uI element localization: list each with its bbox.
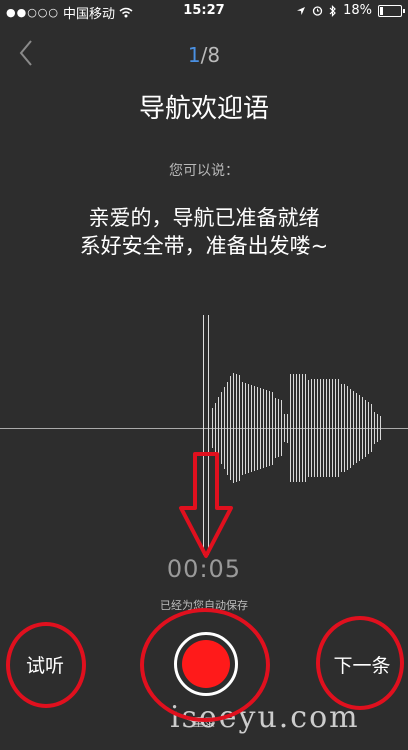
waveform-bar bbox=[341, 384, 342, 472]
page-title: 导航欢迎语 bbox=[138, 94, 269, 124]
battery-tip bbox=[403, 8, 405, 13]
waveform-bar bbox=[350, 388, 351, 468]
waveform-bar bbox=[299, 374, 300, 482]
waveform-bar bbox=[254, 385, 255, 471]
waveform-bar bbox=[362, 397, 363, 459]
waveform-bar bbox=[347, 386, 348, 470]
phrase-line-2: 系好安全带，准备出发喽~ bbox=[79, 234, 329, 258]
battery-percent: 18% bbox=[343, 3, 372, 18]
waveform-bar bbox=[275, 398, 276, 458]
waveform-bar bbox=[368, 401, 369, 455]
waveform-bar bbox=[266, 389, 267, 467]
waveform-bar bbox=[284, 414, 285, 442]
battery-level bbox=[380, 6, 383, 15]
waveform-bar bbox=[278, 399, 279, 457]
waveform-bar bbox=[332, 379, 333, 477]
total-pages: /8 bbox=[200, 43, 221, 67]
waveform-bar bbox=[236, 374, 237, 482]
waveform-bar bbox=[308, 379, 309, 477]
waveform-bar bbox=[380, 416, 381, 440]
waveform-bar bbox=[251, 384, 252, 472]
waveform-bar bbox=[329, 379, 330, 477]
waveform-bar bbox=[260, 387, 261, 469]
waveform-bar bbox=[320, 379, 321, 477]
waveform-bar bbox=[215, 402, 216, 454]
current-page: 1 bbox=[187, 43, 201, 67]
waveform-bar bbox=[374, 411, 375, 445]
waveform-bar bbox=[287, 413, 288, 443]
waveform-bar bbox=[311, 379, 312, 477]
waveform-bar bbox=[272, 391, 273, 465]
waveform-bar bbox=[242, 381, 243, 475]
waveform-bar bbox=[263, 388, 264, 468]
waveform-bar bbox=[365, 399, 366, 457]
waveform-bar bbox=[212, 408, 213, 448]
waveform-bar bbox=[239, 375, 240, 481]
bluetooth-icon bbox=[329, 4, 336, 17]
waveform-bar bbox=[305, 374, 306, 482]
alarm-icon bbox=[312, 6, 323, 16]
annotation-circle-audition bbox=[6, 622, 86, 708]
status-right: 18% bbox=[296, 3, 405, 18]
page-indicator: 1/8 bbox=[0, 43, 408, 67]
elapsed-time: 00:05 bbox=[166, 555, 242, 583]
waveform-bar bbox=[302, 374, 303, 482]
waveform-bar bbox=[371, 403, 372, 453]
waveform-bar bbox=[218, 397, 219, 459]
hint-label: 您可以说： bbox=[169, 163, 239, 179]
annotation-circle-record bbox=[140, 608, 270, 722]
annotation-circle-next bbox=[316, 616, 404, 710]
waveform-bar bbox=[377, 413, 378, 443]
location-arrow-icon bbox=[297, 6, 306, 15]
waveform-bar bbox=[314, 379, 315, 477]
waveform-bar bbox=[335, 379, 336, 477]
waveform-bar bbox=[269, 390, 270, 466]
waveform-bar bbox=[317, 379, 318, 477]
waveform-bar bbox=[296, 374, 297, 482]
waveform-bar bbox=[281, 400, 282, 456]
waveform-bar bbox=[338, 379, 339, 477]
waveform-bar bbox=[356, 392, 357, 464]
waveform-bar bbox=[326, 379, 327, 477]
waveform-bar bbox=[323, 379, 324, 477]
waveform-bar bbox=[257, 386, 258, 470]
waveform-bar bbox=[353, 390, 354, 466]
waveform-bar bbox=[344, 384, 345, 472]
annotation-arrow bbox=[179, 452, 233, 558]
waveform-bar bbox=[245, 382, 246, 474]
waveform-bar bbox=[293, 374, 294, 482]
waveform-bar bbox=[290, 374, 291, 482]
phrase-line-1: 亲爱的，导航已准备就绪 bbox=[88, 206, 320, 230]
battery-icon bbox=[378, 4, 405, 17]
waveform-bar bbox=[359, 395, 360, 461]
waveform-bar bbox=[248, 383, 249, 473]
status-bar: ●●○○○ 中国移动 15:27 18% bbox=[0, 0, 408, 22]
